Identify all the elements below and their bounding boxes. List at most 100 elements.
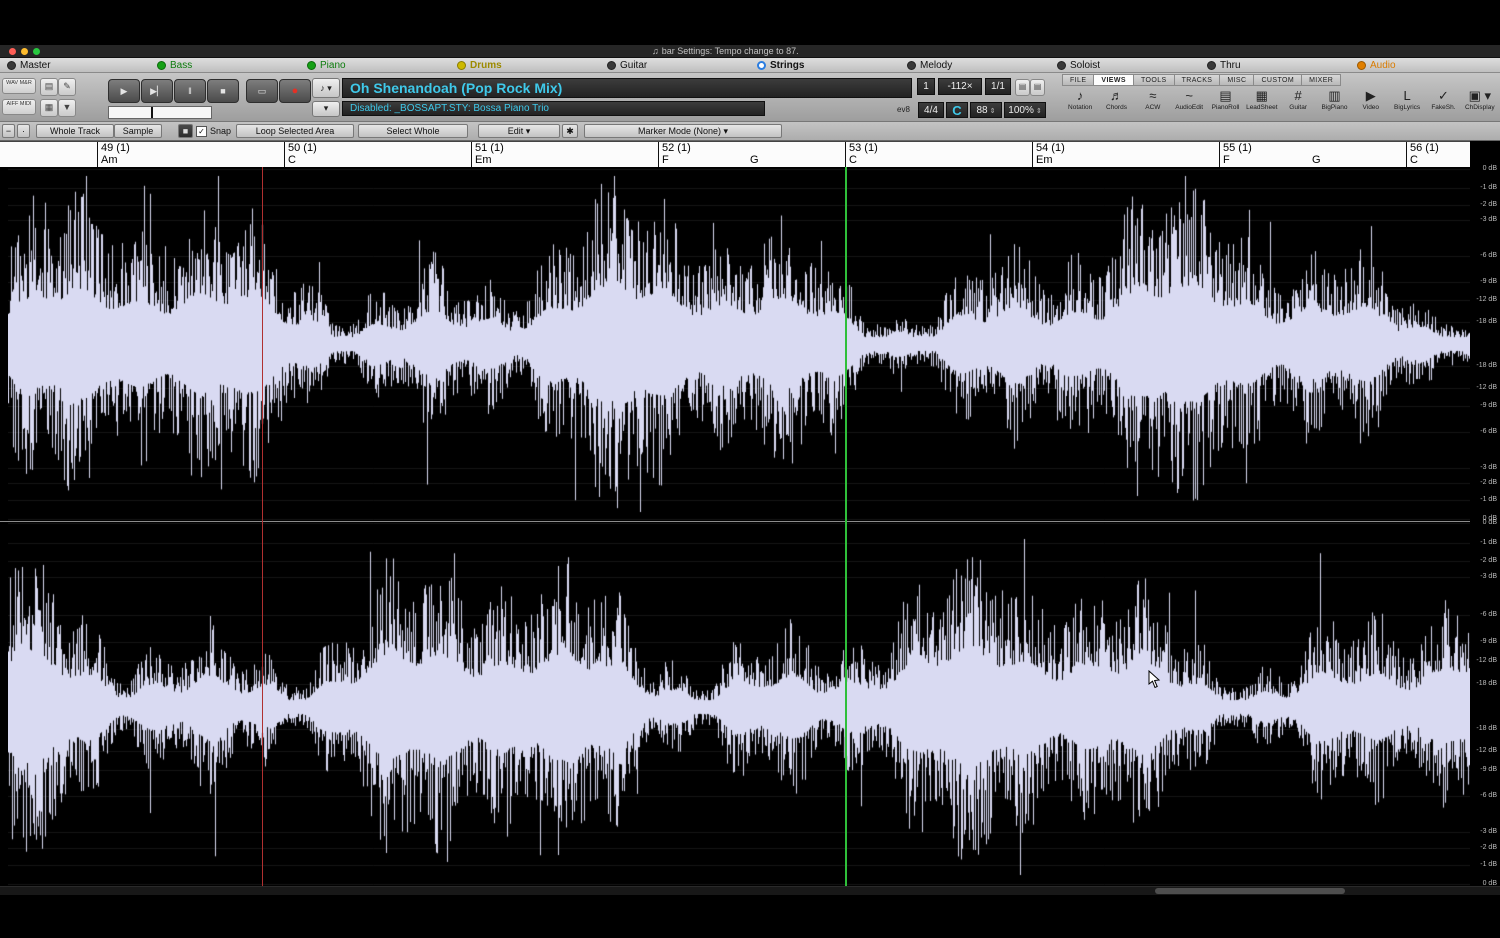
export-button[interactable]: ▼ (58, 99, 76, 117)
tab-custom[interactable]: CUSTOM (1253, 74, 1301, 86)
edit-file-button[interactable]: ✎ (58, 78, 76, 96)
ribbon-label: Chords (1106, 104, 1127, 111)
time-signature-field[interactable]: 4/4 (918, 102, 944, 118)
tab-misc[interactable]: MISC (1219, 74, 1253, 86)
save-button[interactable]: ▦ (40, 99, 58, 117)
big-piano-button[interactable]: ▥BigPiano (1316, 87, 1352, 120)
pause-button[interactable]: ‖ (174, 79, 206, 103)
db-scale-label: -9 dB (1480, 278, 1497, 286)
zoom-field[interactable]: 100%⇕ (1004, 102, 1046, 118)
bar-position-field[interactable]: 1 (917, 78, 935, 95)
settings-button[interactable]: ✱ (562, 124, 578, 138)
guitar-button[interactable]: #Guitar (1280, 87, 1316, 120)
track-thru[interactable]: Thru (1200, 58, 1350, 72)
tab-file[interactable]: FILE (1062, 74, 1093, 86)
chord-label-mid: G (1312, 154, 1321, 166)
style-dropdown-button[interactable]: ▾ (312, 101, 340, 117)
tab-tools[interactable]: TOOLS (1133, 74, 1174, 86)
position-marker (151, 107, 153, 118)
acw-button[interactable]: ≈ACW (1135, 87, 1171, 120)
tempo-stepper-icon[interactable]: ⇕ (990, 108, 996, 115)
marker-mode-dropdown[interactable]: Marker Mode (None) ▾ (584, 124, 782, 138)
video-button[interactable]: ▶Video (1353, 87, 1389, 120)
piano-roll-icon: ▤ (1219, 87, 1231, 104)
track-soloist[interactable]: Soloist (1050, 58, 1200, 72)
stop-button[interactable]: ■ (207, 79, 239, 103)
minimize-window-icon[interactable] (21, 48, 28, 55)
key-field[interactable]: C (946, 102, 968, 118)
play-button[interactable]: ▶ (108, 79, 140, 103)
loop-selected-area-button[interactable]: Loop Selected Area (236, 124, 354, 138)
window-title: ♫bar Settings: Tempo change to 87. (652, 45, 799, 57)
select-whole-button[interactable]: Select Whole (358, 124, 468, 138)
page-a-button[interactable]: ▤ (1015, 79, 1030, 96)
grip-button[interactable]: · (17, 124, 30, 138)
playback-cursor-red (262, 167, 263, 886)
track-radio-icon (1357, 61, 1366, 70)
song-title-dropdown-button[interactable]: ♪ ▾ (312, 78, 340, 98)
aiff-midi-chip[interactable]: AIFF MIDI (2, 99, 36, 115)
track-melody[interactable]: Melody (900, 58, 1050, 72)
chord-label: C (849, 154, 878, 166)
chord-display-button[interactable]: ▣ ▾ChDisplay (1462, 87, 1498, 120)
sample-button[interactable]: Sample (114, 124, 162, 138)
wav-mr-chip[interactable]: WAV M&R (2, 78, 36, 94)
close-window-icon[interactable] (9, 48, 16, 55)
notation-button[interactable]: ♪Notation (1062, 87, 1098, 120)
track-bass[interactable]: Bass (150, 58, 300, 72)
track-radio-icon (1207, 61, 1216, 70)
beat-position-field[interactable]: -112× (938, 78, 982, 95)
page-icon: ▤ (1034, 82, 1042, 91)
page-b-button[interactable]: ▤ (1030, 79, 1045, 96)
ruler-bar-56: 56 (1)C (1406, 142, 1439, 167)
song-position-bar[interactable] (108, 106, 212, 119)
db-scale-label: -18 dB (1476, 725, 1497, 733)
waveform-display: 0 dB0 dB-1 dB-1 dB-2 dB-2 dB-3 dB-3 dB-6… (0, 167, 1500, 886)
chorus-field[interactable]: 1/1 (985, 78, 1011, 95)
horizontal-scrollbar[interactable] (0, 886, 1500, 895)
guitar-icon: # (1295, 87, 1302, 104)
ruler-bar-49: 49 (1)Am (97, 142, 130, 167)
track-radio-icon (457, 61, 466, 70)
track-drums[interactable]: Drums (450, 58, 600, 72)
audio-edit-button[interactable]: ~AudioEdit (1171, 87, 1207, 120)
record-button[interactable]: ● (279, 79, 311, 103)
tab-views[interactable]: VIEWS (1093, 74, 1133, 86)
track-strings[interactable]: Strings (750, 58, 900, 72)
song-title-field[interactable]: Oh Shenandoah (Pop Rock Mix) (342, 78, 912, 98)
ruler-bar-51: 51 (1)Em (471, 142, 504, 167)
lead-sheet-button[interactable]: ▦LeadSheet (1244, 87, 1280, 120)
tab-mixer[interactable]: MIXER (1301, 74, 1341, 86)
big-lyrics-button[interactable]: LBigLyrics (1389, 87, 1425, 120)
whole-track-button[interactable]: Whole Track (36, 124, 114, 138)
tab-tracks[interactable]: TRACKS (1174, 74, 1220, 86)
timeline-ruler[interactable]: 49 (1)Am 50 (1)C 51 (1)Em 52 (1)F 53 (1)… (0, 141, 1470, 168)
scrollbar-thumb[interactable] (1155, 888, 1345, 894)
ribbon-label: Guitar (1289, 104, 1307, 111)
chords-button[interactable]: ♬Chords (1098, 87, 1134, 120)
open-file-button[interactable]: ▤ (40, 78, 58, 96)
track-master[interactable]: Master (0, 58, 150, 72)
hold-button[interactable]: ▭ (246, 79, 278, 103)
ribbon-label: Notation (1068, 104, 1092, 111)
zoom-stepper-icon[interactable]: ⇕ (1036, 108, 1042, 115)
piano-roll-button[interactable]: ▤PianoRoll (1207, 87, 1243, 120)
track-guitar[interactable]: Guitar (600, 58, 750, 72)
collapse-button[interactable]: − (2, 124, 15, 138)
stereo-waveform-canvas[interactable] (8, 167, 1470, 886)
snap-mode-button[interactable]: ■ (178, 124, 193, 138)
document-icon: ▤ (45, 81, 54, 91)
track-label: Master (20, 60, 51, 71)
play-from-bar-button[interactable]: ▶▏ (141, 79, 173, 103)
tempo-field[interactable]: 88⇕ (970, 102, 1002, 118)
track-audio[interactable]: Audio (1350, 58, 1500, 72)
zoom-window-icon[interactable] (33, 48, 40, 55)
chord-label: C (1410, 154, 1439, 166)
db-scale-label: -1 dB (1480, 861, 1497, 869)
fake-sheet-button[interactable]: ✓FakeSh. (1425, 87, 1461, 120)
track-piano[interactable]: Piano (300, 58, 450, 72)
style-info-field[interactable]: Disabled: _BOSSAPT.STY: Bossa Piano Trio (342, 101, 765, 116)
snap-toggle[interactable]: ✓ Snap (196, 124, 231, 138)
db-scale-label: -9 dB (1480, 638, 1497, 646)
edit-menu-button[interactable]: Edit ▾ (478, 124, 560, 138)
